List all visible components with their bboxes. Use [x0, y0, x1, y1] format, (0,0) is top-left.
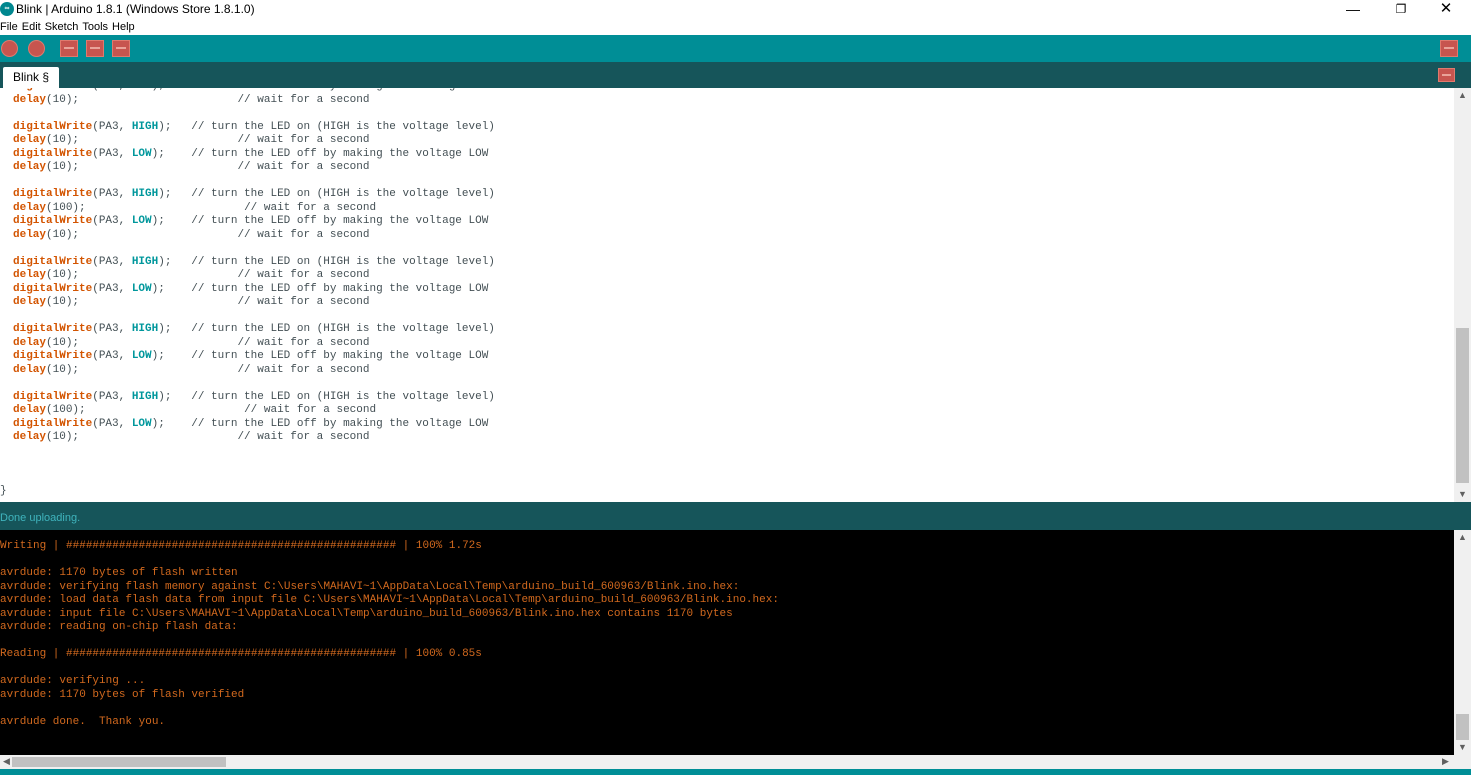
tab-bar: Blink § [0, 62, 1471, 88]
code-line: digitalWrite(PA3, HIGH); // turn the LED… [13, 188, 495, 200]
code-line: delay(100); // wait for a second [13, 404, 377, 416]
menu-sketch[interactable]: Sketch [45, 20, 79, 34]
editor-scrollbar[interactable]: ▲ ▼ [1454, 88, 1471, 502]
code-line: digitalWrite(PA3, LOW); // turn the LED … [13, 417, 489, 430]
window-title: Blink | Arduino 1.8.1 (Windows Store 1.8… [16, 2, 255, 16]
tab-menu-icon[interactable] [1438, 68, 1455, 82]
code-line: digitalWrite(PA3, LOW); // turn the LED … [13, 282, 489, 295]
code-line: delay(10); // wait for a second [13, 269, 370, 281]
code-line: digitalWrite(PA3, HIGH); // turn the LED… [13, 323, 495, 335]
code-text: digitalWrite(PA3, LOW); // turn the LED … [13, 88, 495, 445]
menu-help[interactable]: Help [112, 20, 135, 34]
upload-icon[interactable] [28, 40, 45, 57]
scroll-right-icon[interactable]: ▶ [1440, 756, 1451, 767]
code-line: delay(10); // wait for a second [13, 296, 370, 308]
verify-icon[interactable] [1, 40, 18, 57]
code-line: delay(10); // wait for a second [13, 134, 370, 146]
code-line: delay(100); // wait for a second [13, 201, 377, 214]
code-line: delay(10); // wait for a second [13, 431, 370, 443]
code-line: delay(10); // wait for a second [13, 363, 370, 376]
console-horizontal-scrollbar[interactable]: ◀ ▶ [0, 755, 1471, 769]
scroll-up-icon[interactable]: ▲ [1457, 90, 1468, 100]
code-line: digitalWrite(PA3, LOW); // turn the LED … [13, 147, 489, 160]
bottom-bar [0, 769, 1471, 775]
console-vertical-scrollbar[interactable]: ▲ ▼ [1454, 530, 1471, 755]
code-line: delay(10); // wait for a second [13, 228, 370, 241]
console-scroll-up-icon[interactable]: ▲ [1457, 532, 1468, 542]
code-line: digitalWrite(PA3, LOW); // turn the LED … [13, 88, 488, 92]
status-message: Done uploading. [0, 512, 81, 524]
console-output[interactable]: Writing | ##############################… [0, 530, 1454, 755]
console-scroll-down-icon[interactable]: ▼ [1457, 742, 1468, 752]
open-icon[interactable] [86, 40, 104, 57]
save-icon[interactable] [112, 40, 130, 57]
maximize-button[interactable]: ❐ [1378, 0, 1424, 20]
console-text: Writing | ##############################… [0, 540, 779, 728]
status-bar: Done uploading. [0, 502, 1471, 530]
close-button[interactable]: ✕ [1423, 0, 1469, 20]
code-line: delay(10); // wait for a second [13, 93, 370, 106]
code-editor[interactable]: digitalWrite(PA3, LOW); // turn the LED … [0, 88, 1454, 502]
code-line: digitalWrite(PA3, HIGH); // turn the LED… [13, 390, 495, 403]
console-horizontal-thumb[interactable] [12, 757, 226, 767]
title-bar: ∞ Blink | Arduino 1.8.1 (Windows Store 1… [0, 0, 1471, 20]
code-line: digitalWrite(PA3, HIGH); // turn the LED… [13, 255, 495, 268]
minimize-button[interactable]: — [1330, 0, 1376, 20]
new-icon[interactable] [60, 40, 78, 57]
menu-bar: File Edit Sketch Tools Help [0, 20, 1471, 35]
code-line: digitalWrite(PA3, LOW); // turn the LED … [13, 350, 489, 362]
menu-edit[interactable]: Edit [22, 20, 41, 34]
code-line: delay(10); // wait for a second [13, 336, 370, 349]
code-line: delay(10); // wait for a second [13, 161, 370, 173]
editor-scroll-thumb[interactable] [1456, 328, 1469, 483]
arduino-logo-icon: ∞ [0, 2, 14, 16]
menu-file[interactable]: File [0, 20, 18, 34]
tab-blink[interactable]: Blink § [3, 67, 60, 88]
toolbar [0, 35, 1471, 62]
scroll-down-icon[interactable]: ▼ [1457, 489, 1468, 499]
menu-tools[interactable]: Tools [82, 20, 108, 34]
console-vertical-thumb[interactable] [1456, 714, 1469, 740]
code-line: digitalWrite(PA3, LOW); // turn the LED … [13, 215, 489, 227]
scroll-left-icon[interactable]: ◀ [1, 756, 12, 767]
serial-monitor-icon[interactable] [1440, 40, 1458, 57]
closing-brace: } [0, 485, 7, 497]
code-line: digitalWrite(PA3, HIGH); // turn the LED… [13, 120, 495, 133]
